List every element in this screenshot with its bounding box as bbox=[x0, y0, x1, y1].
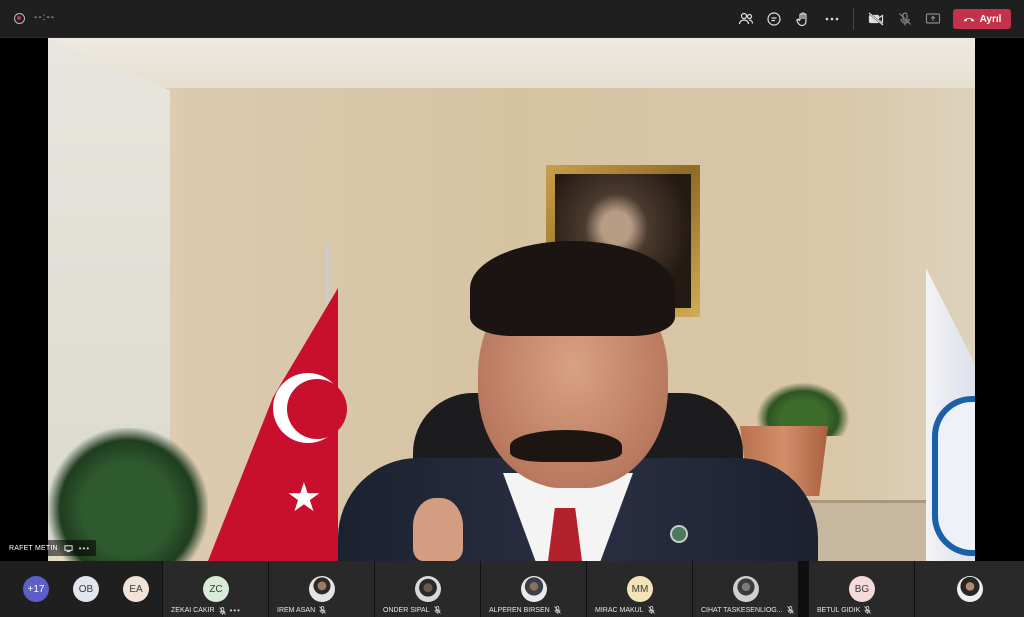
participant-tile[interactable]: BG BETUL GIDIK bbox=[808, 561, 914, 617]
participant-name-row: ONDER SIPAL bbox=[383, 606, 441, 614]
participant-name: ONDER SIPAL bbox=[383, 606, 430, 614]
participant-name: MIRAC MAKUL bbox=[595, 606, 644, 614]
participant-tile[interactable]: ONDER SIPAL bbox=[374, 561, 480, 617]
avatar-photo bbox=[957, 576, 983, 602]
presenter-name: RAFET METIN bbox=[9, 544, 58, 552]
participant-strip: +17 OB EA ZC ZEKAI CAKIR ••• IREM ASAN O… bbox=[0, 561, 1024, 617]
avatar-photo bbox=[415, 576, 441, 602]
participant-name: CIHAT TASKESENLIOG... bbox=[701, 606, 783, 614]
flag-crescent bbox=[273, 373, 347, 443]
toolbar-divider bbox=[853, 8, 854, 30]
participant-name-row: IREM ASAN bbox=[277, 606, 326, 614]
participant-tile[interactable]: ALPEREN BIRSEN bbox=[480, 561, 586, 617]
avatar-photo bbox=[733, 576, 759, 602]
ceiling bbox=[48, 38, 975, 88]
mic-muted-icon bbox=[218, 606, 226, 615]
raise-hand-icon[interactable] bbox=[793, 9, 813, 29]
participant-tile[interactable] bbox=[914, 561, 1024, 617]
participant-name: BETUL GIDIK bbox=[817, 606, 861, 614]
presenter-name-tag: RAFET METIN ••• bbox=[3, 540, 97, 556]
hair bbox=[470, 241, 675, 336]
presenter-more-icon[interactable]: ••• bbox=[79, 544, 90, 553]
mic-muted-icon bbox=[647, 606, 655, 614]
participant-tile[interactable]: MM MIRAC MAKUL bbox=[586, 561, 692, 617]
participant-name: ZEKAI CAKIR bbox=[171, 607, 215, 614]
participant-name-row: BETUL GIDIK bbox=[817, 606, 872, 614]
overflow-participants[interactable]: +17 OB EA bbox=[0, 561, 162, 617]
hand bbox=[413, 498, 463, 561]
mic-muted-icon bbox=[433, 606, 441, 614]
mic-muted-icon bbox=[786, 606, 794, 614]
flag-star-icon: ★ bbox=[286, 476, 322, 520]
participant-name: ALPEREN BIRSEN bbox=[489, 606, 550, 614]
mic-off-icon[interactable] bbox=[895, 9, 915, 29]
participant-name-row: CIHAT TASKESENLIOG... bbox=[701, 606, 794, 614]
participant-name-row: ZEKAI CAKIR ••• bbox=[171, 606, 241, 615]
avatar: BG bbox=[849, 576, 875, 602]
chat-icon[interactable] bbox=[764, 9, 784, 29]
participant-name: IREM ASAN bbox=[277, 606, 316, 614]
meeting-toolbar: --:-- Ayrıl bbox=[0, 0, 1024, 38]
shelf bbox=[800, 500, 935, 561]
mic-muted-icon bbox=[864, 606, 872, 614]
avatar-photo bbox=[521, 576, 547, 602]
meeting-timer: --:-- bbox=[34, 12, 56, 23]
avatar-photo bbox=[309, 576, 335, 602]
avatar: MM bbox=[627, 576, 653, 602]
presenter-video[interactable]: ★ bbox=[48, 38, 975, 561]
share-screen-icon[interactable] bbox=[923, 9, 943, 29]
leave-label: Ayrıl bbox=[979, 13, 1002, 25]
participant-tile[interactable]: IREM ASAN bbox=[268, 561, 374, 617]
phone-hangup-icon bbox=[963, 18, 974, 22]
mic-muted-icon bbox=[319, 606, 326, 614]
participant-more-icon[interactable]: ••• bbox=[230, 606, 241, 615]
screen-share-icon bbox=[64, 544, 73, 552]
leave-button[interactable]: Ayrıl bbox=[953, 9, 1011, 29]
participant-tile[interactable]: ZC ZEKAI CAKIR ••• bbox=[162, 561, 268, 617]
lapel-pin bbox=[670, 525, 688, 543]
university-seal bbox=[932, 396, 975, 556]
participant-name-row: ALPEREN BIRSEN bbox=[489, 606, 561, 614]
more-options-icon[interactable] bbox=[822, 9, 842, 29]
recording-icon bbox=[14, 13, 25, 24]
video-stage: ★ RAFET METIN ••• bbox=[0, 38, 1024, 561]
mustache bbox=[510, 430, 622, 462]
avatar: EA bbox=[123, 576, 149, 602]
avatar: OB bbox=[73, 576, 99, 602]
overflow-count-badge[interactable]: +17 bbox=[23, 576, 49, 602]
camera-off-icon[interactable] bbox=[866, 9, 886, 29]
avatar: ZC bbox=[203, 576, 229, 602]
participants-icon[interactable] bbox=[736, 9, 756, 29]
participant-tile[interactable]: CIHAT TASKESENLIOG... bbox=[692, 561, 798, 617]
mic-muted-icon bbox=[553, 606, 561, 614]
participant-name-row: MIRAC MAKUL bbox=[595, 606, 655, 614]
